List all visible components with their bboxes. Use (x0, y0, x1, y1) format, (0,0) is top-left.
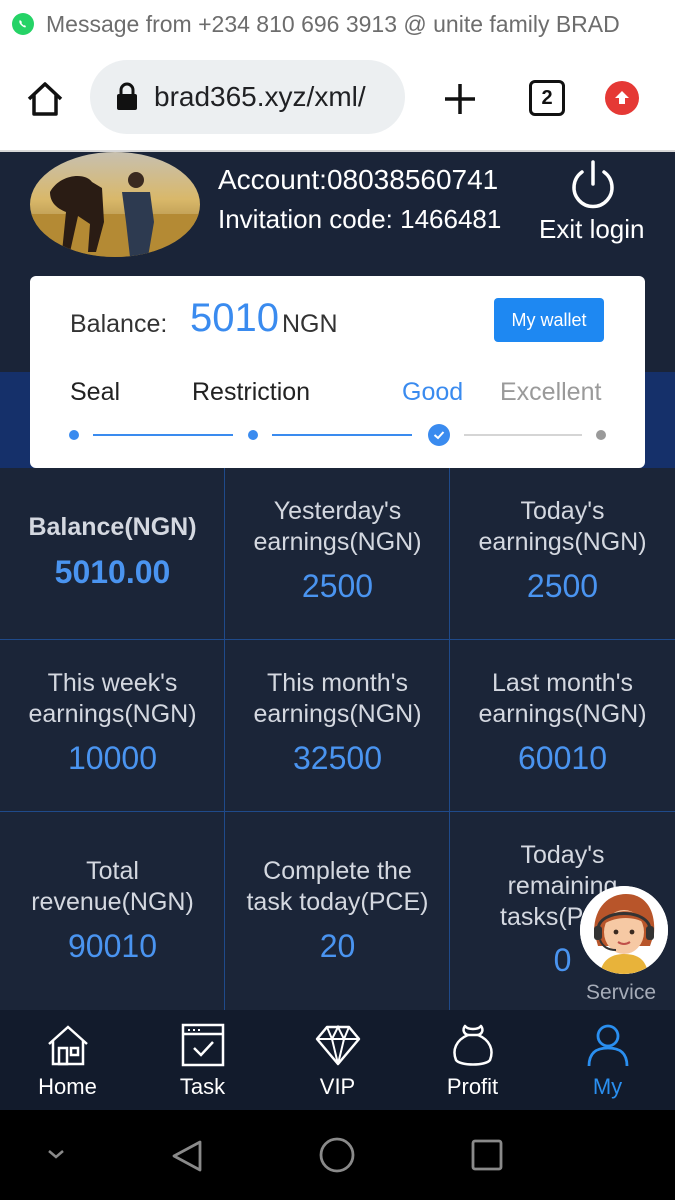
nav-item-vip[interactable]: VIP (270, 1010, 405, 1110)
nav-label-profit: Profit (446, 1074, 499, 1099)
invitation-code: Invitation code: 1466481 (218, 204, 502, 234)
back-triangle-icon[interactable] (170, 1138, 206, 1174)
my-wallet-button[interactable]: My wallet (494, 298, 604, 342)
money-bag-icon (450, 1022, 496, 1068)
headset-agent-icon (580, 886, 668, 974)
stat-label: Balance(NGN) (28, 513, 197, 541)
nav-label-vip: VIP (319, 1074, 356, 1099)
diamond-icon (315, 1022, 361, 1068)
level-good: Good (402, 378, 464, 406)
level-dot-restriction (248, 430, 258, 440)
stat-value: 32500 (293, 740, 382, 776)
stat-cell: Total revenue(NGN) 90010 (0, 812, 225, 1010)
task-icon (180, 1022, 226, 1068)
balance-card: Balance: 5010 NGN My wallet Seal Restric… (30, 276, 645, 468)
system-navigation-bar (0, 1110, 675, 1200)
service-label: Service (586, 981, 657, 1004)
stats-grid: Balance(NGN) 5010.00 Yesterday's earning… (0, 468, 675, 1010)
chevron-down-icon[interactable] (44, 1146, 68, 1162)
balance-unit: NGN (282, 310, 338, 338)
home-icon (45, 1022, 91, 1068)
stat-cell: This month's earnings(NGN) 32500 (225, 640, 450, 812)
nav-item-my[interactable]: My (540, 1010, 675, 1110)
stat-cell: Complete the task today(PCE) 20 (225, 812, 450, 1010)
browser-home-icon[interactable] (24, 78, 66, 120)
tab-count-button[interactable]: 2 (529, 80, 565, 116)
stat-value: 90010 (68, 928, 157, 964)
balance-label: Balance: (70, 310, 168, 338)
my-page: Account:08038560741 Invitation code: 146… (0, 152, 675, 1010)
bottom-nav: Home Task VIP Profit My (0, 1010, 675, 1110)
nav-item-home[interactable]: Home (0, 1010, 135, 1110)
stat-label: Total revenue(NGN) (31, 857, 194, 916)
level-track (272, 434, 412, 436)
balance-value: 5010 (190, 296, 279, 340)
level-excellent: Excellent (500, 378, 602, 406)
level-seal: Seal (70, 378, 121, 406)
nav-label-home: Home (38, 1074, 97, 1099)
new-tab-plus-icon[interactable] (441, 80, 479, 118)
exit-login-button[interactable]: Exit login (539, 214, 645, 245)
stat-cell: Last month's earnings(NGN) 60010 (450, 640, 675, 812)
home-circle-icon[interactable] (318, 1136, 356, 1174)
update-arrow-icon[interactable] (605, 81, 639, 115)
stat-label: Last month's earnings(NGN) (478, 669, 647, 728)
stat-value: 2500 (526, 568, 599, 604)
lock-icon (114, 82, 140, 112)
stat-cell: This week's earnings(NGN) 10000 (0, 640, 225, 812)
stat-cell: Balance(NGN) 5010.00 (0, 468, 225, 640)
level-dot-excellent (596, 430, 606, 440)
stat-value: 20 (319, 928, 356, 964)
nav-label-task: Task (179, 1074, 226, 1099)
notification-bar[interactable]: Message from +234 810 696 3913 @ unite f… (0, 0, 675, 48)
power-icon[interactable] (566, 158, 620, 212)
stat-cell: Yesterday's earnings(NGN) 2500 (225, 468, 450, 640)
notification-text: Message from +234 810 696 3913 @ unite f… (46, 10, 620, 37)
stat-label: This month's earnings(NGN) (253, 669, 422, 728)
stat-label: This week's earnings(NGN) (28, 669, 197, 728)
level-track (93, 434, 233, 436)
stat-label: Today's earnings(NGN) (478, 497, 647, 556)
level-track (464, 434, 582, 436)
account-number: Account:08038560741 (218, 164, 499, 195)
nav-label-my: My (592, 1074, 623, 1099)
browser-toolbar: brad365.xyz/xml/ 2 (0, 48, 675, 150)
whatsapp-icon (12, 13, 34, 35)
url-bar[interactable]: brad365.xyz/xml/ (90, 60, 405, 134)
level-dot-seal (69, 430, 79, 440)
stat-cell: Today's earnings(NGN) 2500 (450, 468, 675, 640)
nav-item-task[interactable]: Task (135, 1010, 270, 1110)
stat-value: 60010 (518, 740, 607, 776)
stat-label: Complete the task today(PCE) (246, 857, 429, 916)
recents-square-icon[interactable] (470, 1138, 504, 1172)
stat-value: 2500 (301, 568, 374, 604)
stat-label: Yesterday's earnings(NGN) (253, 497, 422, 556)
customer-service-button[interactable]: Service (580, 886, 670, 1012)
check-icon (428, 424, 450, 446)
stat-value: 5010.00 (54, 554, 171, 590)
avatar[interactable] (30, 152, 200, 257)
url-text: brad365.xyz/xml/ (154, 81, 366, 112)
stat-value: 10000 (68, 740, 157, 776)
level-restriction: Restriction (192, 378, 311, 406)
user-icon (585, 1022, 631, 1068)
nav-item-profit[interactable]: Profit (405, 1010, 540, 1110)
